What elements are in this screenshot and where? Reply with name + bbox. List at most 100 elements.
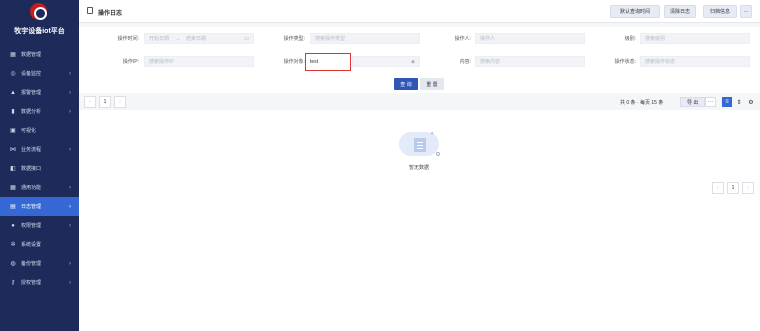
sidebar-item-label: 报警管理	[21, 90, 42, 96]
chevron-right-icon: ›	[69, 108, 71, 115]
chevron-right-icon: ›	[69, 146, 71, 153]
sidebar-item-label: 系统设置	[21, 242, 42, 248]
next-page-button[interactable]: ›	[114, 96, 126, 108]
logo	[30, 3, 47, 20]
sidebar-item[interactable]: ▦ 数据管理	[0, 45, 79, 64]
end-date-placeholder: 结束日期	[186, 36, 207, 42]
chevron-right-icon: ›	[69, 222, 71, 229]
table-toolbar: ‹ 1 › 共 0 条 · 每页 15 条 导 出 ··· ⇤ ≡ ⇕ ⚙	[79, 94, 760, 110]
flow-icon: ⋈	[10, 147, 16, 153]
sidebar: 牧宇设备iot平台 ▦ 数据管理 ◎ 设备监控 › ▲ 报警管理 › ▮ 数据分析 › ▣ 可视化 ⋈ 业务…	[0, 0, 79, 331]
page-title: 操作日志	[98, 11, 123, 17]
op-time-label: 操作时间:	[117, 36, 139, 42]
empty-text: 暂无数据	[408, 165, 429, 171]
level-label: 级别:	[624, 36, 636, 42]
page-header: 操作日志 默认查询时间 清除日志 归档信息 ···	[79, 0, 760, 23]
op-time-range-input[interactable]: 开始日期 → 结束日期 ▭	[144, 33, 254, 44]
op-type-input[interactable]: 搜索操作类型	[310, 33, 420, 44]
list-view-icon[interactable]: ≡	[722, 97, 732, 107]
sidebar-item[interactable]: ⚷ 授权管理 ›	[0, 273, 79, 292]
sidebar-item[interactable]: ▤ 日志管理 ›	[0, 197, 79, 216]
query-button[interactable]: 查 询	[394, 78, 418, 90]
default-query-time-button[interactable]: 默认查询时间	[610, 5, 660, 18]
chevron-right-icon: ›	[69, 70, 71, 77]
sidebar-item-label: 授权管理	[21, 280, 42, 286]
sidebar-item[interactable]: ✲ 系统设置	[0, 235, 79, 254]
empty-state-illustration: ✦	[394, 124, 444, 164]
chevron-right-icon: ›	[69, 184, 71, 191]
sidebar-item-label: 数据管理	[21, 52, 42, 58]
sidebar-item[interactable]: ▮ 数据分析 ›	[0, 102, 79, 121]
column-height-icon[interactable]: ⇕	[734, 97, 744, 107]
logo-area: 牧宇设备iot平台	[0, 0, 79, 44]
sidebar-nav: ▦ 数据管理 ◎ 设备监控 › ▲ 报警管理 › ▮ 数据分析 › ▣ 可视化 ⋈ 业务流程 › ◧ 数据接口 ▦ 通…	[0, 45, 79, 292]
monitor-icon: ◎	[10, 71, 16, 77]
page-summary: 共 0 条 · 每页 15 条	[620, 100, 664, 106]
sidebar-item-label: 可视化	[21, 128, 37, 134]
op-ip-label: 操作IP:	[122, 59, 139, 65]
bottom-prev-page-button[interactable]: ‹	[712, 182, 724, 194]
op-status-input[interactable]: 搜索操作状态	[640, 56, 750, 67]
document-icon	[87, 7, 93, 14]
sidebar-item-label: 数据接口	[21, 166, 42, 172]
target-icon: ◈	[411, 58, 415, 65]
sidebar-item[interactable]: ◧ 数据接口	[0, 159, 79, 178]
settings-icon[interactable]: ⚙	[746, 97, 756, 107]
prev-page-button[interactable]: ‹	[84, 96, 96, 108]
sidebar-item[interactable]: ▦ 通用功能 ›	[0, 178, 79, 197]
sparkle-icon: ✦	[430, 131, 435, 137]
bottom-next-page-button[interactable]: ›	[742, 182, 754, 194]
chart-icon: ▮	[11, 109, 15, 115]
chevron-right-icon: ›	[69, 89, 71, 96]
content-input[interactable]: 搜索内容	[475, 56, 585, 67]
operator-label: 操作人:	[454, 36, 471, 42]
sidebar-item-label: 备份管理	[21, 261, 42, 267]
op-ip-input[interactable]: 搜索操作IP	[144, 56, 254, 67]
op-target-input[interactable]: test	[305, 53, 351, 71]
op-status-label: 操作状态:	[614, 59, 636, 65]
export-button[interactable]: 导 出	[680, 97, 706, 107]
toolbar-more-button[interactable]: ···	[705, 97, 716, 107]
table-icon: ▦	[10, 52, 16, 58]
bottom-page-number[interactable]: 1	[727, 182, 739, 194]
chevron-right-icon: ›	[69, 279, 71, 286]
chevron-right-icon: ›	[69, 203, 71, 210]
calendar-icon: ▭	[244, 35, 249, 42]
api-icon: ◧	[10, 166, 16, 172]
sidebar-item-label: 权限管理	[21, 223, 42, 229]
document-illustration-icon	[414, 138, 426, 152]
gear-icon: ✲	[10, 242, 16, 248]
sidebar-item[interactable]: ◎ 设备监控 ›	[0, 64, 79, 83]
range-arrow: →	[175, 35, 181, 42]
sidebar-item-label: 通用功能	[21, 185, 42, 191]
app-title: 牧宇设备iot平台	[14, 28, 65, 35]
log-icon: ▤	[10, 204, 16, 210]
sidebar-item[interactable]: ◍ 备份管理 ›	[0, 254, 79, 273]
sidebar-item[interactable]: ⋈ 业务流程 ›	[0, 140, 79, 159]
more-button[interactable]: ···	[740, 5, 752, 18]
alarm-icon: ▲	[10, 89, 16, 96]
reset-button[interactable]: 重 置	[420, 78, 444, 90]
op-type-label: 操作类型:	[283, 36, 305, 42]
screen-icon: ▣	[10, 128, 16, 134]
clear-log-button[interactable]: 清除日志	[664, 5, 696, 18]
operator-input[interactable]: 操作人	[475, 33, 585, 44]
content-label: 内容:	[459, 59, 471, 65]
sidebar-item[interactable]: ▲ 报警管理 ›	[0, 83, 79, 102]
sidebar-item[interactable]: ▣ 可视化	[0, 121, 79, 140]
user-icon: ●	[11, 222, 15, 229]
ring-icon	[436, 152, 440, 156]
table-area: ✦ 暂无数据 ‹ 1 ›	[79, 110, 760, 331]
sidebar-item-label: 设备监控	[21, 71, 42, 77]
archive-info-button[interactable]: 归档信息	[703, 5, 737, 18]
start-date-placeholder: 开始日期	[149, 36, 170, 42]
sidebar-item-label: 数据分析	[21, 109, 42, 115]
op-target-select[interactable]: ◈	[352, 56, 420, 67]
chevron-right-icon: ›	[69, 260, 71, 267]
filter-panel: 操作时间: 开始日期 → 结束日期 ▭ 操作类型: 搜索操作类型 操作人: 操作…	[79, 27, 760, 93]
level-input[interactable]: 搜索级别	[640, 33, 750, 44]
sidebar-item[interactable]: ● 权限管理 ›	[0, 216, 79, 235]
key-icon: ⚷	[10, 280, 16, 286]
grid-icon: ▦	[10, 185, 16, 191]
page-number[interactable]: 1	[99, 96, 111, 108]
